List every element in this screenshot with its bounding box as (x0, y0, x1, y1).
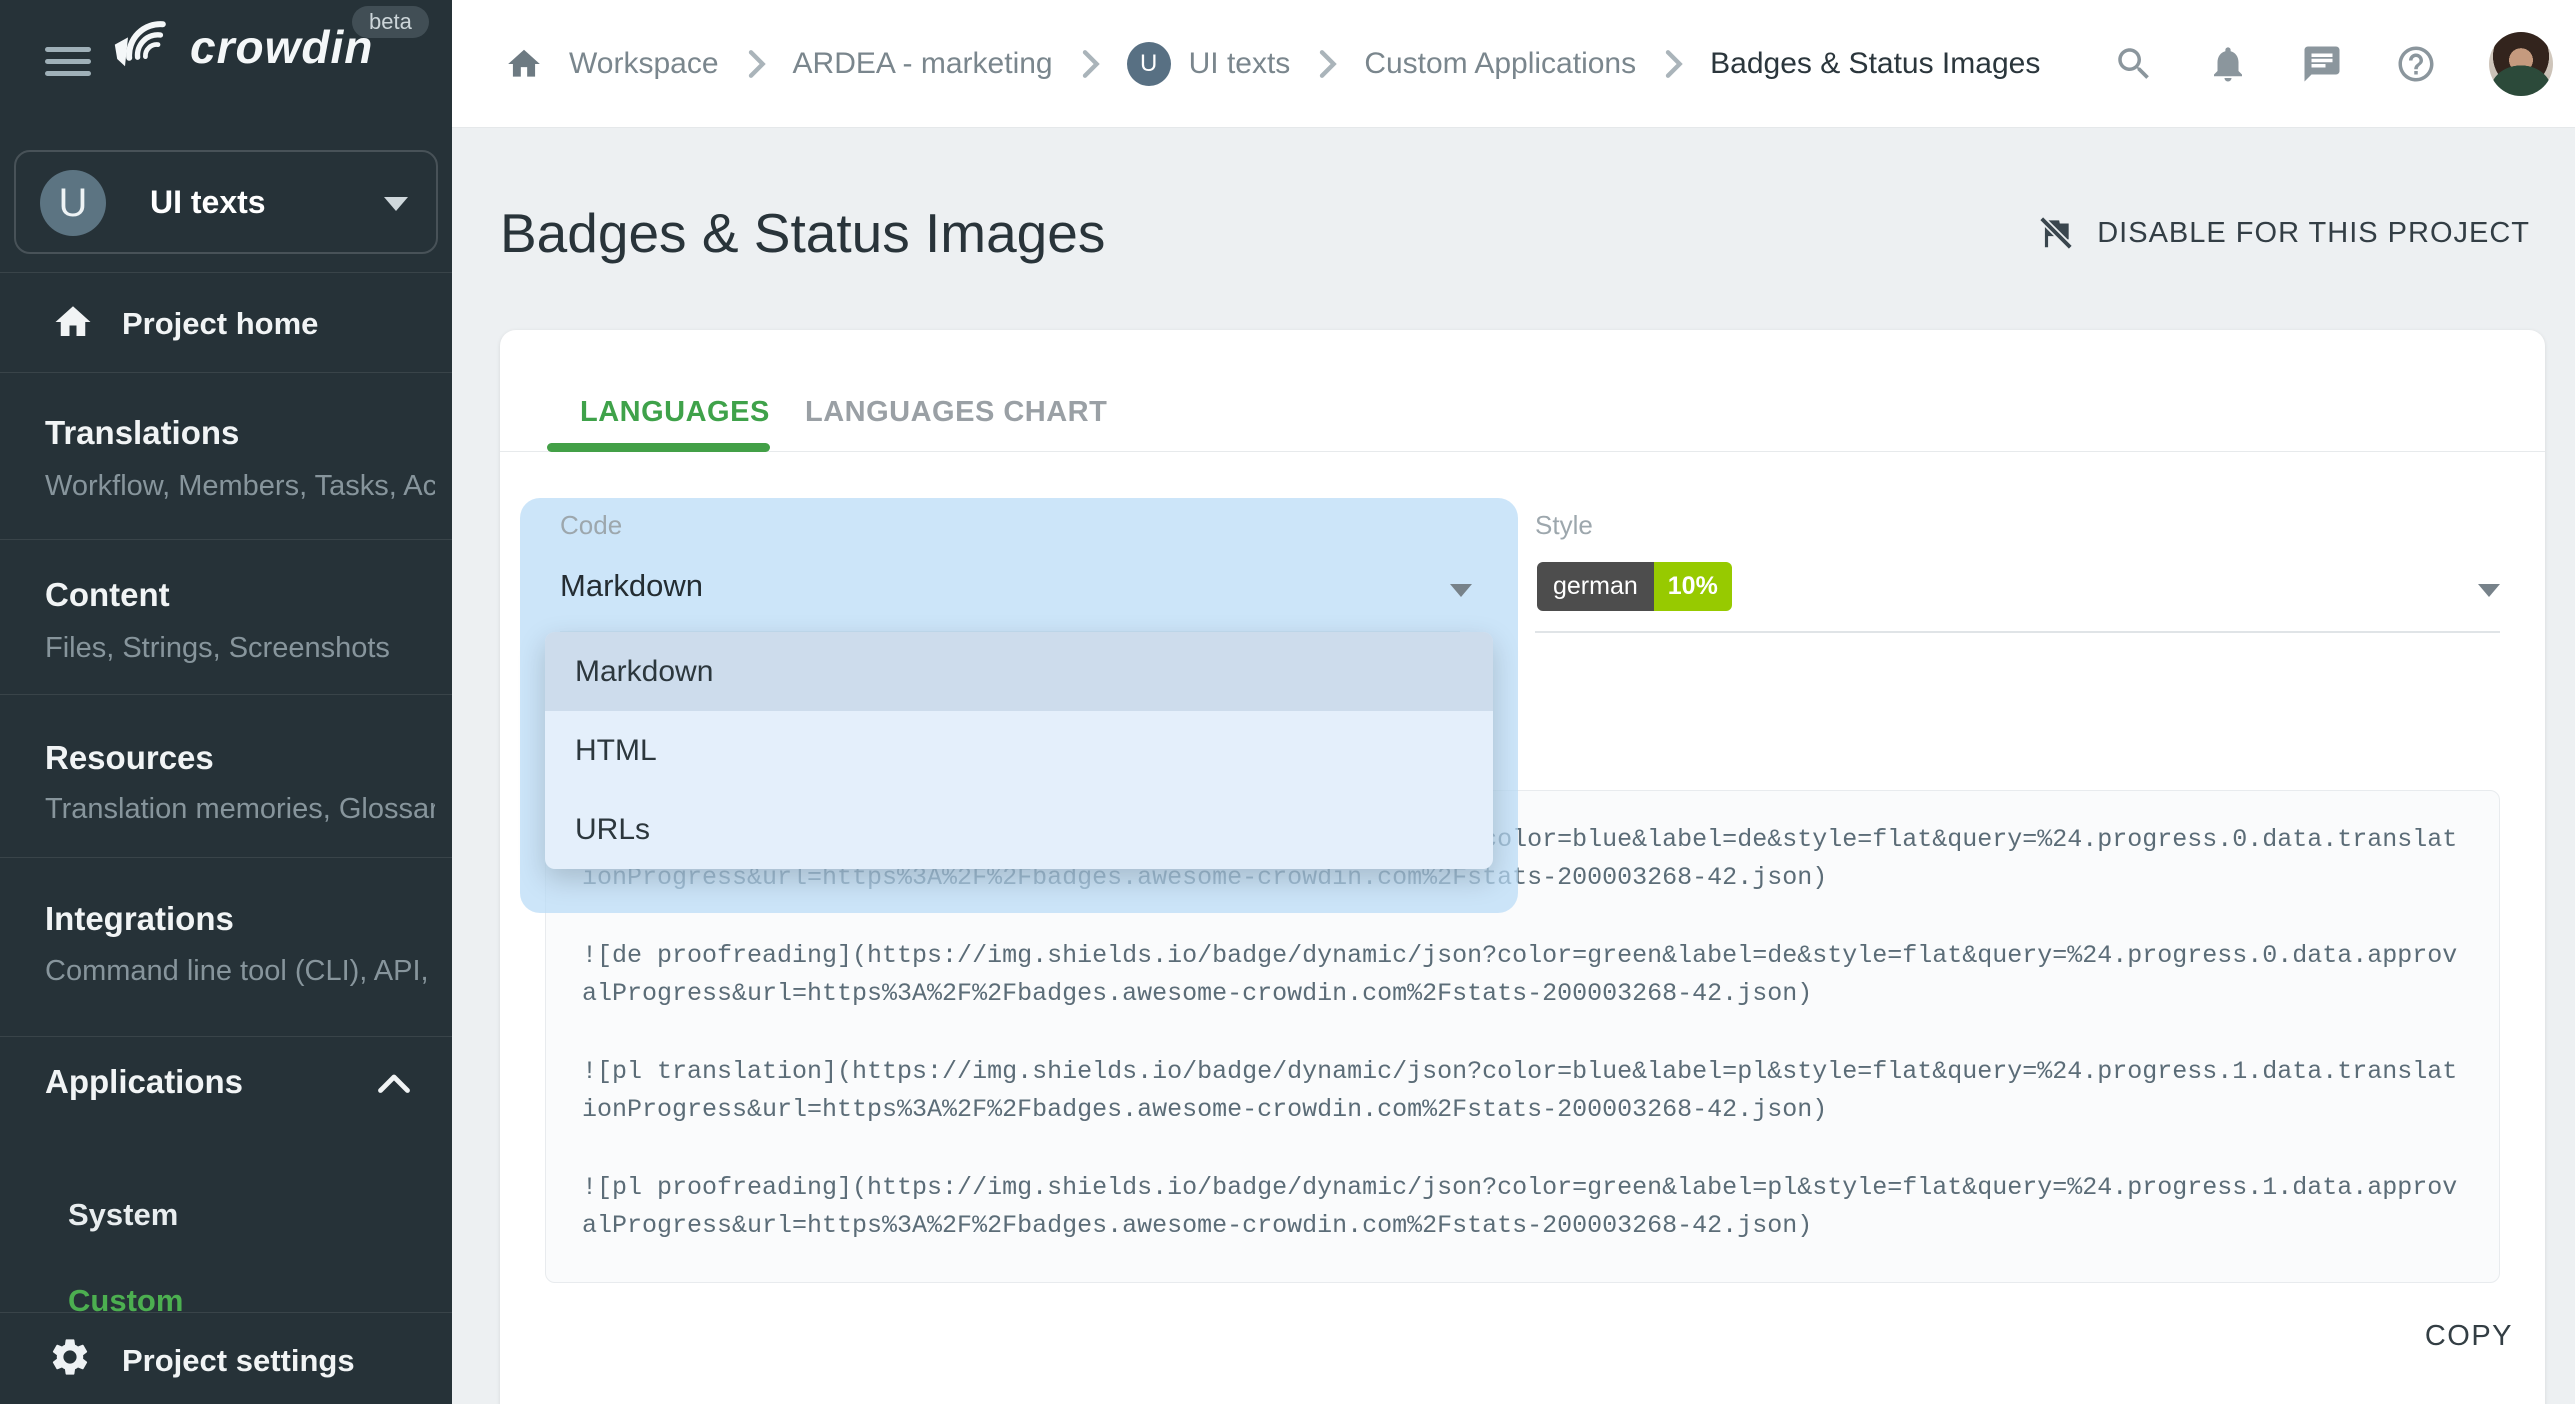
project-avatar: U (40, 170, 106, 236)
active-tab-indicator (547, 443, 770, 452)
crowdin-logo[interactable]: crowdin (110, 18, 373, 76)
beta-badge: beta (352, 6, 429, 38)
sidebar-group-applications: Applications System Custom (0, 1037, 452, 1313)
user-avatar[interactable] (2489, 32, 2553, 96)
chevron-right-icon (745, 49, 767, 79)
breadcrumb: Workspace ARDEA - marketing U UI texts C… (505, 0, 2040, 128)
badge-preview[interactable]: german 10% (1537, 562, 1732, 611)
breadcrumb-workspace[interactable]: Workspace (569, 47, 719, 81)
tab-languages[interactable]: LANGUAGES (580, 396, 770, 429)
badge-progress-value: 10% (1654, 562, 1732, 611)
disable-for-project-button[interactable]: DISABLE FOR THIS PROJECT (2037, 214, 2530, 252)
gear-icon (48, 1335, 92, 1379)
tab-languages-chart[interactable]: LANGUAGES CHART (805, 396, 1107, 429)
copy-button[interactable]: COPY (2407, 1310, 2531, 1363)
style-select-underline (1535, 631, 2500, 633)
sidebar-item-content[interactable]: Content Files, Strings, Screenshots (0, 540, 452, 695)
code-select[interactable]: Markdown (560, 568, 703, 604)
help-icon[interactable] (2395, 43, 2437, 85)
chevron-down-icon[interactable] (1450, 584, 1472, 597)
badge-language-label: german (1537, 562, 1654, 611)
breadcrumb-custom-applications[interactable]: Custom Applications (1364, 47, 1636, 81)
code-paragraph: ![de proofreading](https://img.shields.i… (582, 937, 2463, 1013)
project-name: UI texts (150, 184, 266, 221)
dropdown-option-html[interactable]: HTML (545, 711, 1493, 790)
sidebar-item-project-settings[interactable]: Project settings (0, 1313, 452, 1404)
sidebar-item-translations[interactable]: Translations Workflow, Members, Tasks, A… (0, 372, 452, 540)
crowdin-logo-icon (110, 18, 182, 76)
sidebar-item-system[interactable]: System (68, 1197, 178, 1233)
dropdown-option-urls[interactable]: URLs (545, 790, 1493, 869)
top-bar-actions (2113, 0, 2553, 128)
sidebar-item-integrations[interactable]: Integrations Command line tool (CLI), AP… (0, 858, 452, 1037)
chevron-right-icon (1662, 49, 1684, 79)
project-avatar-small: U (1127, 42, 1171, 86)
dropdown-option-markdown[interactable]: Markdown (545, 632, 1493, 711)
sidebar-item-project-home[interactable]: Project home (0, 273, 452, 372)
search-icon[interactable] (2113, 43, 2155, 85)
code-paragraph: ![pl proofreading](https://img.shields.i… (582, 1169, 2463, 1245)
tabs-divider (500, 451, 2545, 452)
crowdin-app: crowdin beta U UI texts Project home Tra… (0, 0, 2575, 1404)
code-select-dropdown: Markdown HTML URLs (545, 632, 1493, 869)
sidebar-item-applications[interactable]: Applications (45, 1063, 243, 1101)
page-title: Badges & Status Images (500, 201, 1105, 265)
notifications-bell-icon[interactable] (2207, 43, 2249, 85)
breadcrumb-project[interactable]: ARDEA - marketing (793, 47, 1053, 81)
messages-chat-icon[interactable] (2301, 43, 2343, 85)
breadcrumb-current-page: Badges & Status Images (1710, 47, 2040, 81)
chevron-down-icon[interactable] (2478, 584, 2500, 597)
logo-wordmark: crowdin (190, 20, 373, 74)
flag-off-icon (2037, 214, 2075, 252)
chevron-down-icon (384, 197, 408, 211)
chevron-up-icon[interactable] (376, 1071, 412, 1095)
code-paragraph: ![pl translation](https://img.shields.io… (582, 1053, 2463, 1129)
sidebar: crowdin beta U UI texts Project home Tra… (0, 0, 452, 1404)
home-icon (52, 301, 94, 343)
project-selector[interactable]: U UI texts (14, 150, 438, 254)
menu-icon[interactable] (45, 47, 91, 80)
sidebar-item-resources[interactable]: Resources Translation memories, Glossari… (0, 695, 452, 858)
home-icon[interactable] (505, 45, 543, 83)
chevron-right-icon (1316, 49, 1338, 79)
breadcrumb-ui-texts[interactable]: U UI texts (1127, 42, 1291, 86)
main-content: Badges & Status Images DISABLE FOR THIS … (452, 128, 2575, 1404)
code-field-label: Code (560, 510, 622, 541)
style-field-label: Style (1535, 510, 1593, 541)
top-bar: Workspace ARDEA - marketing U UI texts C… (452, 0, 2575, 128)
chevron-right-icon (1079, 49, 1101, 79)
